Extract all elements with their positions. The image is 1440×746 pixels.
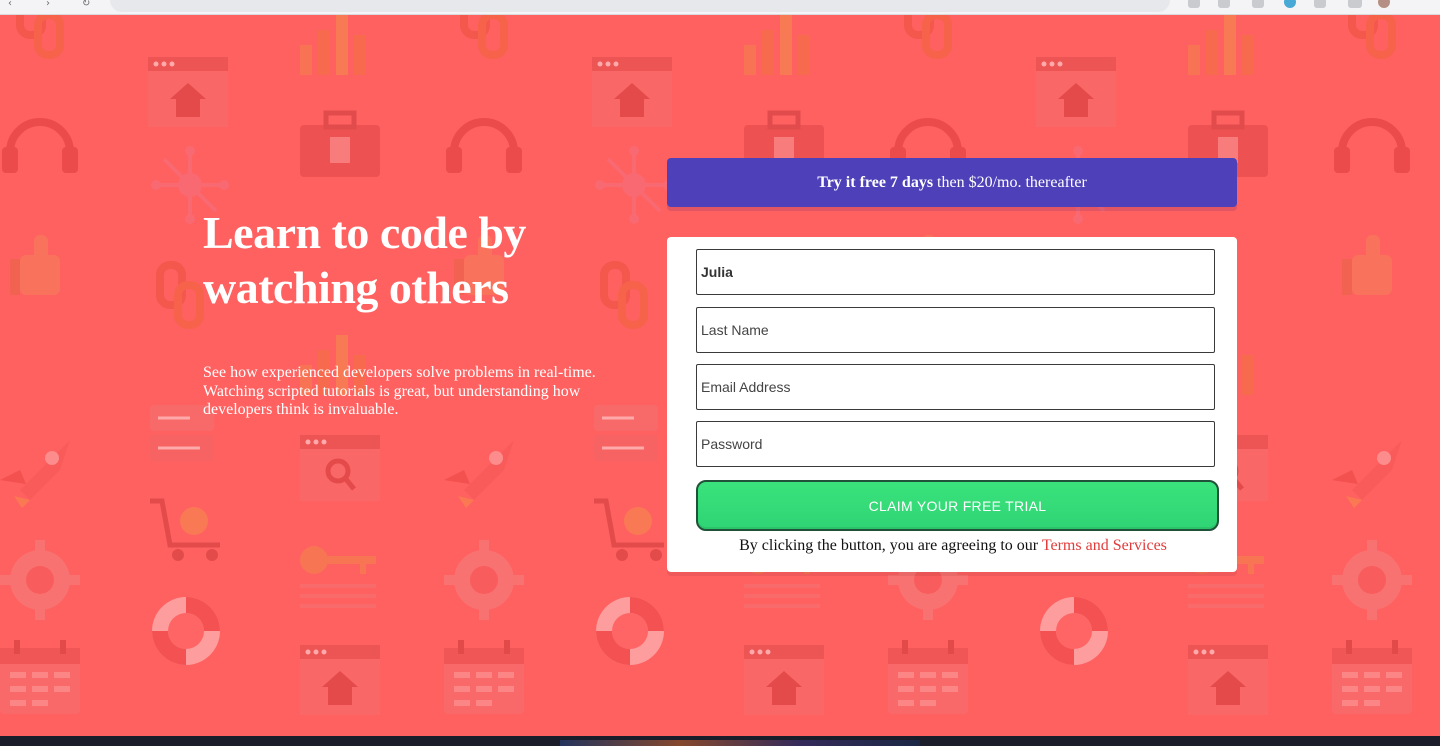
password-field[interactable]: [696, 421, 1215, 467]
extension-icon[interactable]: [1284, 0, 1296, 8]
forward-icon[interactable]: ›: [46, 0, 50, 9]
signup-form: CLAIM YOUR FREE TRIAL By clicking the bu…: [667, 237, 1237, 572]
extension-icon[interactable]: [1252, 0, 1264, 8]
terms-notice: By clicking the button, you are agreeing…: [667, 537, 1239, 555]
page-description: See how experienced developers solve pro…: [203, 364, 596, 418]
terms-notice-text: By clicking the button, you are agreeing…: [739, 537, 1039, 554]
extension-icon[interactable]: [1188, 0, 1200, 8]
terms-link[interactable]: Terms and Services: [1042, 537, 1167, 554]
trial-offer-banner: Try it free 7 days then $20/mo. thereaft…: [667, 158, 1237, 207]
extension-icon[interactable]: [1218, 0, 1230, 8]
last-name-field[interactable]: [696, 307, 1215, 353]
email-field[interactable]: [696, 364, 1215, 410]
avatar[interactable]: [1378, 0, 1390, 8]
taskbar-edge: [0, 736, 1440, 746]
menu-icon[interactable]: [1348, 0, 1362, 8]
trial-offer-bold: Try it free 7 days: [817, 173, 934, 191]
claim-free-trial-button[interactable]: CLAIM YOUR FREE TRIAL: [696, 480, 1219, 531]
address-bar[interactable]: [110, 0, 1170, 12]
reload-icon[interactable]: ↻: [82, 0, 90, 9]
trial-offer-price: then $20/mo. thereafter: [937, 173, 1087, 191]
extension-icon[interactable]: [1314, 0, 1326, 8]
first-name-field[interactable]: [696, 249, 1215, 295]
browser-toolbar: ‹ › ↻: [0, 0, 1440, 15]
back-icon[interactable]: ‹: [8, 0, 12, 9]
page-title: Learn to code by watching others: [203, 207, 526, 313]
